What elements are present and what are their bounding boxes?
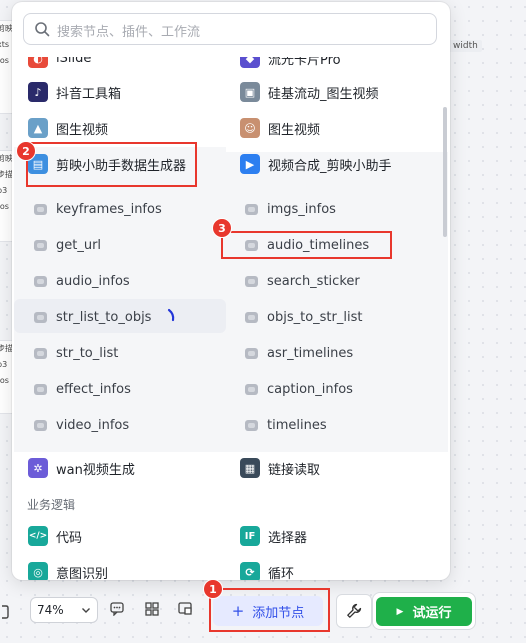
- tool-label: video_infos: [56, 417, 130, 433]
- intent-icon: ◎: [28, 562, 48, 580]
- portrait-icon: ☺: [240, 118, 260, 138]
- plugin-video-compose[interactable]: ▶ 视频合成_剪映小助手: [240, 147, 392, 181]
- annotation-badge-2: 2: [16, 141, 36, 161]
- tool-label: audio_infos: [56, 273, 130, 289]
- loading-spinner-icon: [167, 308, 175, 322]
- tool-icon: [245, 347, 258, 359]
- tool-str-to-list[interactable]: str_to_list: [34, 336, 118, 370]
- node-intent-recognition[interactable]: ◎ 意图识别: [28, 555, 108, 580]
- tool-icon: [34, 419, 47, 431]
- wrench-icon: [347, 603, 362, 618]
- play-icon: ▶: [396, 606, 404, 617]
- if-icon: IF: [240, 526, 260, 546]
- tool-timelines[interactable]: timelines: [245, 408, 327, 442]
- tool-label: asr_timelines: [267, 345, 354, 361]
- test-run-button[interactable]: ▶ 试运行: [376, 597, 472, 626]
- video-compose-icon: ▶: [240, 154, 260, 174]
- plugin-link-reader[interactable]: ▦ 链接读取: [240, 451, 320, 485]
- tool-icon: [34, 383, 47, 395]
- chevron-down-icon: [82, 608, 90, 613]
- add-node-panel: 搜索节点、插件、工作流 ◐ iSlide ◆ 流光卡片Pro ♪ 抖音工具箱 ▣…: [12, 2, 450, 580]
- code-icon: </>: [28, 526, 48, 546]
- annotation-badge-1: 1: [203, 579, 223, 599]
- tool-effect-infos[interactable]: effect_infos: [34, 372, 131, 406]
- annotation-box-3: [221, 231, 392, 259]
- tool-asr-timelines[interactable]: asr_timelines: [245, 336, 353, 370]
- plugin-image-to-video[interactable]: ▲ 图生视频: [28, 111, 108, 145]
- minimap-icon[interactable]: [178, 602, 193, 616]
- layout-icon[interactable]: [145, 602, 159, 616]
- tool-label: objs_to_str_list: [267, 309, 363, 325]
- node-label: 选择器: [268, 530, 308, 546]
- tool-label: str_list_to_objs: [56, 309, 152, 325]
- tool-icon: [245, 275, 258, 287]
- tool-objs-to-str-list[interactable]: objs_to_str_list: [245, 300, 362, 334]
- plugin-label: wan视频生成: [56, 462, 135, 478]
- tool-icon: [245, 311, 258, 323]
- tool-icon: [245, 419, 258, 431]
- plugin-label: 链接读取: [268, 462, 321, 478]
- tool-icon: [34, 311, 47, 323]
- node-loop[interactable]: ⟳ 循环: [240, 555, 294, 580]
- wan-icon: ✲: [28, 458, 48, 478]
- tool-label: get_url: [56, 237, 102, 253]
- plugin-wan-video[interactable]: ✲ wan视频生成: [28, 451, 135, 485]
- annotation-box-1: [209, 588, 330, 632]
- plugin-label: 图生视频: [56, 122, 109, 138]
- scrollbar-thumb[interactable]: [443, 107, 447, 237]
- zoom-value: 74%: [37, 603, 64, 617]
- node-code[interactable]: </> 代码: [28, 519, 82, 553]
- tool-label: caption_infos: [267, 381, 353, 397]
- plugin-image-to-video-2[interactable]: ☺ 图生视频: [240, 111, 320, 145]
- width-tag: width: [449, 40, 482, 52]
- tool-label: str_to_list: [56, 345, 119, 361]
- tool-str-list-to-objs[interactable]: str_list_to_objs: [34, 300, 151, 334]
- comment-icon[interactable]: [110, 602, 124, 616]
- search-placeholder: 搜索节点、插件、工作流: [57, 25, 201, 40]
- plugin-label: 图生视频: [268, 122, 321, 138]
- node-selector[interactable]: IF 选择器: [240, 519, 307, 553]
- tool-get-url[interactable]: get_url: [34, 228, 101, 262]
- tool-icon: [34, 203, 47, 215]
- tool-label: search_sticker: [267, 273, 360, 289]
- test-run-label: 试运行: [412, 606, 452, 621]
- tool-icon: [34, 347, 47, 359]
- tool-label: keyframes_infos: [56, 201, 162, 217]
- clip-mask: [12, 45, 450, 57]
- tool-icon: [245, 383, 258, 395]
- zoom-select[interactable]: 74%: [30, 597, 98, 623]
- plugin-label: 抖音工具箱: [56, 86, 122, 102]
- link-reader-icon: ▦: [240, 458, 260, 478]
- tool-imgs-infos[interactable]: imgs_infos: [245, 192, 336, 226]
- tool-icon: [245, 203, 258, 215]
- plugin-label: 硅基流动_图生视频: [268, 86, 379, 102]
- node-label: 意图识别: [56, 566, 109, 581]
- loop-icon: ⟳: [240, 562, 260, 580]
- node-label: 循环: [268, 566, 295, 581]
- annotation-badge-3: 3: [212, 218, 232, 238]
- debug-tools-button[interactable]: [336, 594, 372, 628]
- plugin-label: 视频合成_剪映小助手: [268, 158, 392, 174]
- tool-icon: [34, 239, 47, 251]
- image-video-icon: ▲: [28, 118, 48, 138]
- silicon-flow-icon: ▣: [240, 82, 260, 102]
- hand-icon[interactable]: [0, 603, 10, 619]
- node-label: 代码: [56, 530, 83, 546]
- section-business-logic: 业务逻辑: [27, 498, 76, 512]
- tool-caption-infos[interactable]: caption_infos: [245, 372, 353, 406]
- tool-label: imgs_infos: [267, 201, 336, 217]
- plugin-douyin-toolbox[interactable]: ♪ 抖音工具箱: [28, 75, 121, 109]
- douyin-icon: ♪: [28, 82, 48, 102]
- search-icon: [35, 22, 50, 37]
- tool-label: timelines: [267, 417, 327, 433]
- plugin-silicon-flow[interactable]: ▣ 硅基流动_图生视频: [240, 75, 379, 109]
- tool-search-sticker[interactable]: search_sticker: [245, 264, 360, 298]
- annotation-box-2: [26, 142, 197, 187]
- tool-icon: [34, 275, 47, 287]
- tool-keyframes-infos[interactable]: keyframes_infos: [34, 192, 162, 226]
- tool-video-infos[interactable]: video_infos: [34, 408, 129, 442]
- tool-audio-infos[interactable]: audio_infos: [34, 264, 130, 298]
- tool-label: effect_infos: [56, 381, 131, 397]
